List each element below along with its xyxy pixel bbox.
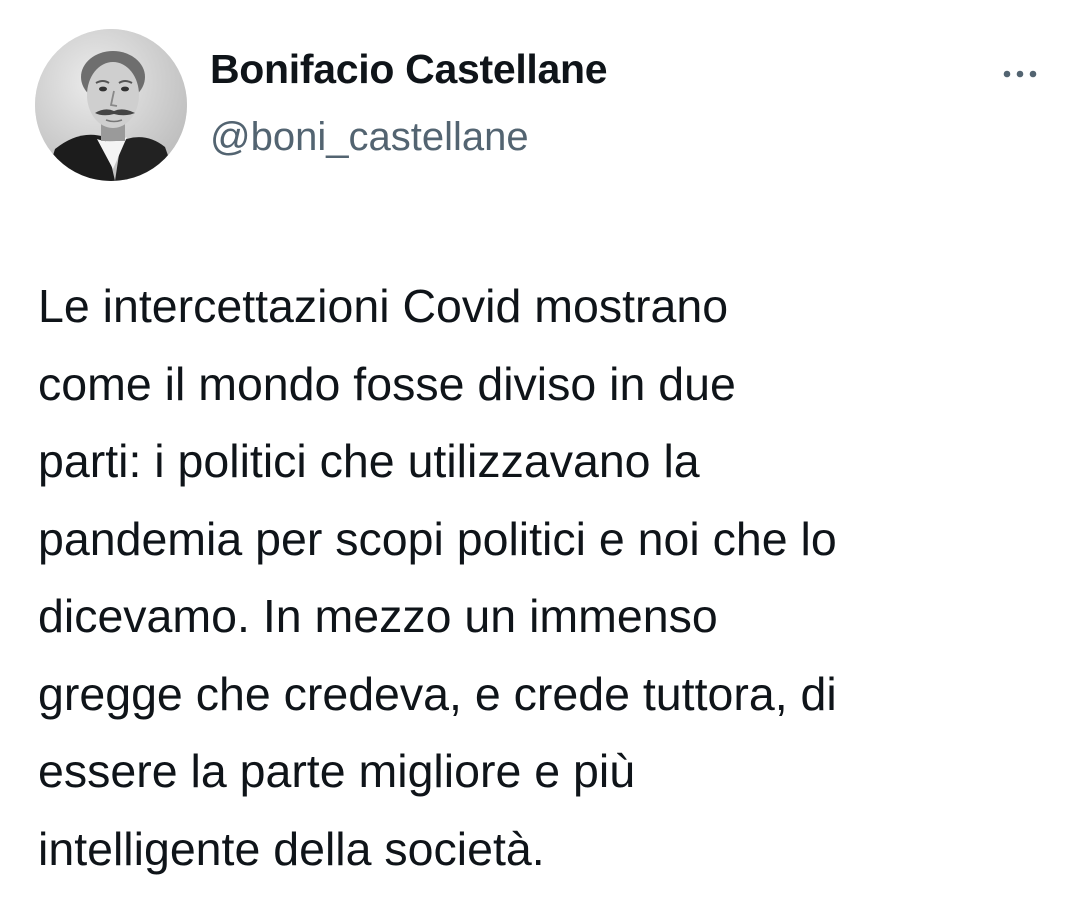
more-horizontal-icon (1003, 70, 1037, 78)
profile-photo-icon (35, 29, 187, 181)
tweet-text-line: Le intercettazioni Covid mostrano (38, 280, 729, 332)
author-display-name[interactable]: Bonifacio Castellane (210, 46, 608, 93)
tweet-text-line: parti: i politici che utilizzavano la (38, 435, 700, 487)
tweet-text-line: essere la parte migliore e più (38, 745, 636, 797)
tweet: Bonifacio Castellane @boni_castellane Le… (0, 0, 1080, 913)
tweet-text-line: come il mondo fosse diviso in due (38, 357, 736, 410)
tweet-text-line: pandemia per scopi politici e noi che lo (38, 512, 837, 565)
author-handle[interactable]: @boni_castellane (210, 115, 529, 160)
tweet-text-line: gregge che credeva, e crede tuttora, di (38, 667, 837, 720)
avatar[interactable] (35, 29, 187, 181)
tweet-text-line: dicevamo. In mezzo un immenso (38, 590, 718, 642)
tweet-text: Le intercettazioni Covid mostrano come i… (38, 268, 1048, 888)
tweet-text-line: intelligente della società. (38, 822, 545, 875)
more-options-button[interactable] (995, 60, 1045, 88)
